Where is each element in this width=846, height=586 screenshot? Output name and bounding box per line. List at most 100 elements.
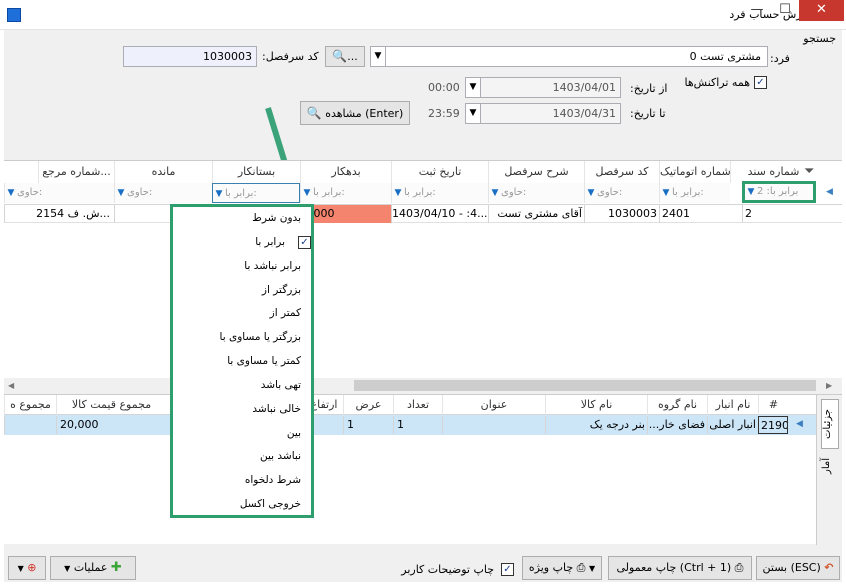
cell-doc-number[interactable]: 2: [742, 205, 816, 223]
scroll-left-icon[interactable]: ◀: [8, 381, 14, 390]
menu-item-greater[interactable]: بزرگتر از: [262, 284, 301, 296]
filter-cell[interactable]: ▼ برابر با:: [659, 183, 730, 203]
menu-item-greater-equal[interactable]: بزرگتر یا مساوی با: [220, 331, 301, 343]
lower-grid-header: # نام انبار نام گروه نام کالا عنوان تعدا…: [4, 395, 816, 415]
menu-item-is-null[interactable]: تهی باشد: [261, 379, 301, 391]
close-form-button[interactable]: بستن (ESC) ↶: [756, 556, 840, 580]
from-date-value: 1403/04/01: [552, 81, 616, 94]
column-header[interactable]: نام کالا: [545, 395, 647, 415]
filter-cell[interactable]: ▼ حاوی:: [488, 183, 584, 203]
content-area: جستجو فرد: ▼ مشتری تست 0 🔍... کد سرفصل: …: [4, 30, 842, 582]
column-header[interactable]: مجموع قیمت کالا: [56, 395, 166, 415]
menu-item-not-equals[interactable]: برابر نباشد با: [244, 260, 301, 272]
to-date-field[interactable]: 1403/04/31: [479, 103, 621, 124]
printer-icon: ⎙: [734, 561, 744, 574]
filter-cell[interactable]: ▼ برابر با:: [391, 183, 488, 203]
menu-item-excel-export[interactable]: خروجی اکسل: [240, 498, 301, 510]
cell-product[interactable]: بنر درجه یک: [545, 416, 647, 434]
table-row[interactable]: 2 2401 1030003 آقای مشتری تست 1403/04/10…: [4, 205, 842, 223]
column-header[interactable]: بستانکار: [212, 161, 300, 183]
row-indicator-icon: ◀: [796, 419, 803, 429]
filter-icon: ▼: [587, 188, 595, 198]
all-transactions-checkbox[interactable]: ✓: [754, 76, 767, 89]
scroll-right-icon[interactable]: ▶: [826, 381, 832, 390]
all-transactions-label: همه تراکنش‌ها: [684, 76, 750, 89]
cell-warehouse[interactable]: انبار اصلی: [707, 416, 758, 434]
search-icon: 🔍: [332, 49, 348, 63]
menu-item-less-equal[interactable]: کمتر یا مساوی با: [227, 355, 301, 367]
cell-total-price[interactable]: 20,000: [56, 416, 166, 434]
cell-reference[interactable]: 2154 ش. ف...: [4, 205, 114, 223]
from-date-field[interactable]: 1403/04/01: [479, 77, 621, 98]
cell-group[interactable]: فضای خار...: [647, 416, 707, 434]
column-header[interactable]: عنوان: [442, 395, 545, 415]
maximize-button[interactable]: ☐: [772, 0, 798, 21]
filter-cell[interactable]: ▼ برابر با:: [300, 183, 391, 203]
minimize-button[interactable]: —: [744, 0, 770, 21]
cell-id[interactable]: 2190: [758, 416, 788, 434]
funnel-icon[interactable]: ⏷: [804, 164, 814, 179]
horizontal-scrollbar[interactable]: ◀ ▶: [4, 378, 842, 393]
menu-item-no-condition[interactable]: بدون شرط: [252, 212, 301, 224]
column-header[interactable]: تعداد: [393, 395, 442, 415]
filter-cell[interactable]: ▼ حاوی:: [114, 183, 212, 203]
column-header[interactable]: کد سرفصل: [584, 161, 659, 183]
person-value: مشتری تست 0: [689, 50, 761, 63]
column-header[interactable]: بدهکار: [300, 161, 391, 183]
column-header[interactable]: عرض: [343, 395, 393, 415]
menu-item-not-empty[interactable]: خالی نباشد: [252, 403, 301, 415]
person-search-button[interactable]: 🔍...: [325, 46, 365, 67]
cell-total[interactable]: [4, 416, 56, 434]
chevron-down-icon[interactable]: ▼: [371, 47, 386, 66]
person-label: فرد:: [770, 52, 790, 65]
filter-icon: ▼: [491, 188, 499, 198]
to-date-dropdown[interactable]: ▼: [465, 103, 481, 124]
print-notes-checkbox[interactable]: ✓: [501, 563, 514, 576]
table-row[interactable]: ◀ 2190 انبار اصلی فضای خار... بنر درجه ی…: [4, 415, 816, 435]
menu-item-less[interactable]: کمتر از: [270, 307, 301, 319]
chevron-down-icon: ▼: [17, 564, 24, 573]
print-special-button[interactable]: چاپ ویژه ⎙ ▼: [522, 556, 602, 580]
cell-auto-number[interactable]: 2401: [659, 205, 742, 223]
column-header[interactable]: شماره مرجع...: [38, 161, 114, 183]
filter-cell[interactable]: ▼ برابر با: 2: [742, 181, 816, 203]
column-header[interactable]: مانده: [114, 161, 212, 183]
help-button[interactable]: ▼ ⊕: [8, 556, 46, 580]
person-combo[interactable]: ▼ مشتری تست 0: [370, 46, 768, 67]
menu-item-equals[interactable]: برابر با: [255, 236, 285, 248]
cell-quantity[interactable]: 1: [393, 416, 442, 434]
tab-details[interactable]: جزئیات: [821, 399, 839, 449]
column-header[interactable]: شماره اتوماتیک: [659, 161, 730, 183]
tab-stats[interactable]: آمار: [821, 451, 839, 481]
cell-width[interactable]: 1: [343, 416, 393, 434]
column-header[interactable]: نام گروه: [647, 395, 707, 415]
menu-item-custom[interactable]: شرط دلخواه: [245, 474, 301, 486]
view-button[interactable]: 🔍 مشاهده (Enter): [300, 101, 410, 125]
operations-button[interactable]: ▼ عملیات ✚: [50, 556, 136, 580]
close-button[interactable]: ✕: [799, 0, 844, 21]
filter-icon: ▼: [662, 188, 670, 198]
filter-cell[interactable]: ▼ حاوی:: [4, 183, 114, 203]
from-date-dropdown[interactable]: ▼: [465, 77, 481, 98]
column-header[interactable]: تاریخ ثبت: [391, 161, 488, 183]
filter-icon: ▼: [7, 188, 15, 198]
cell-account-code[interactable]: 1030003: [584, 205, 659, 223]
menu-item-not-between[interactable]: نباشد بین: [260, 450, 301, 462]
column-header[interactable]: شرح سرفصل: [488, 161, 584, 183]
chevron-down-icon: ▼: [588, 564, 596, 573]
code-field[interactable]: 1030003: [123, 46, 257, 67]
column-header[interactable]: #: [758, 395, 788, 415]
cell-date[interactable]: 1403/04/10 - :4...: [391, 205, 488, 223]
to-time[interactable]: 23:59: [428, 107, 460, 120]
from-time[interactable]: 00:00: [428, 81, 460, 94]
cell-account-desc[interactable]: آقای مشتری تست: [488, 205, 584, 223]
column-header[interactable]: مجموع ه: [4, 395, 56, 415]
filter-cell[interactable]: ▼ حاوی:: [584, 183, 659, 203]
filter-cell-active[interactable]: ▼ برابر با:: [212, 183, 300, 203]
column-header[interactable]: نام انبار: [707, 395, 758, 415]
cell-title[interactable]: [442, 416, 545, 434]
menu-item-between[interactable]: بین: [287, 427, 301, 439]
print-normal-button[interactable]: چاپ معمولی (Ctrl + 1) ⎙: [608, 556, 752, 580]
filter-icon: ▼: [117, 188, 125, 198]
scrollbar-thumb[interactable]: [354, 380, 816, 391]
